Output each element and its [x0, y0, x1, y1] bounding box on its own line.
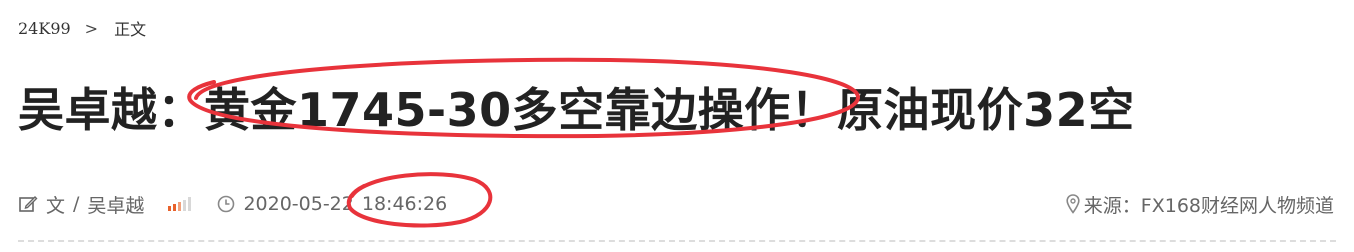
- publish-time: 18:46:26: [361, 193, 448, 215]
- publish-date: 2020-05-22: [243, 193, 354, 215]
- article-meta-left: 文 / 吴卓越 2020-05-22 18:46:26: [18, 191, 447, 218]
- author-name[interactable]: 吴卓越: [87, 191, 144, 218]
- source-label: 来源：: [1083, 194, 1141, 217]
- article-meta-right: 来源： FX168财经网人物频道: [1066, 191, 1334, 218]
- edit-icon: [18, 194, 38, 214]
- signal-bar: [168, 206, 172, 211]
- breadcrumb-current: 正文: [114, 20, 147, 39]
- source-link[interactable]: FX168财经网人物频道: [1141, 191, 1334, 218]
- section-divider: [18, 240, 1336, 242]
- signal-bar: [173, 204, 177, 211]
- signal-bar: [188, 197, 192, 211]
- clock-icon: [217, 195, 235, 213]
- author-slash: /: [73, 193, 80, 215]
- signal-strength-icon: [168, 197, 192, 211]
- signal-bar: [178, 202, 182, 211]
- breadcrumb-separator: >: [84, 18, 99, 38]
- breadcrumb-home-link[interactable]: 24K99: [18, 19, 71, 38]
- author-prefix: 文: [46, 194, 66, 217]
- article-meta: 文 / 吴卓越 2020-05-22 18:46:26 来源： FX168财经网…: [18, 190, 1334, 218]
- location-pin-icon: [1066, 194, 1080, 214]
- article-title: 吴卓越：黄金1745-30多空靠边操作！原油现价32空: [18, 83, 1135, 137]
- breadcrumb: 24K99 > 正文: [18, 16, 146, 40]
- signal-bar: [183, 200, 187, 211]
